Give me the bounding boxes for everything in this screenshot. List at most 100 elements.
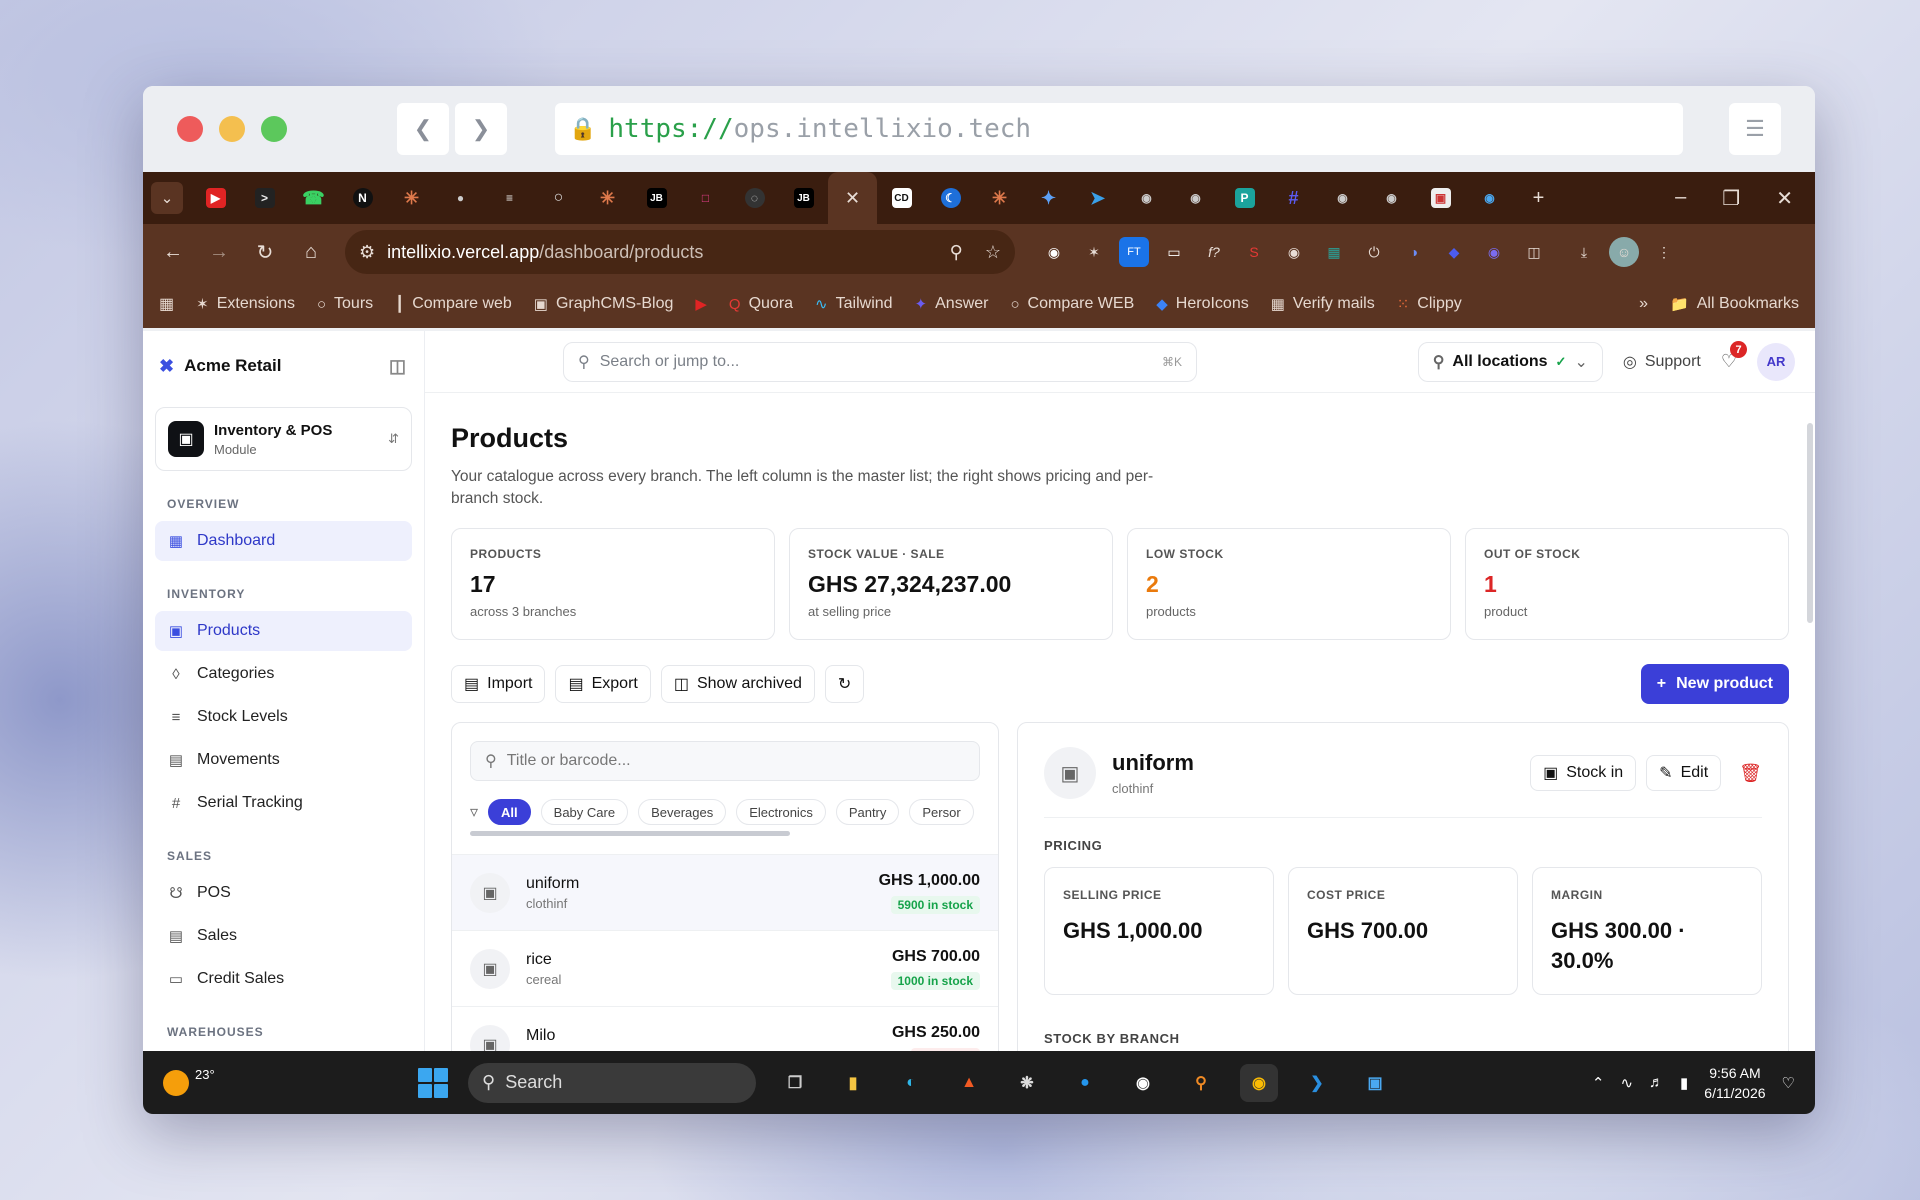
ext-diamond-icon[interactable]: ◆ bbox=[1439, 237, 1469, 267]
tab-active-close[interactable]: ✕ bbox=[828, 172, 877, 224]
maximize-dot[interactable] bbox=[261, 116, 287, 142]
bookmark-item[interactable]: ○ Compare WEB bbox=[1010, 295, 1134, 313]
tab-jetbrains-2[interactable]: JB bbox=[779, 176, 828, 220]
tab-claude-2[interactable]: ✳ bbox=[583, 176, 632, 220]
tab-layers[interactable]: ≡ bbox=[485, 176, 534, 220]
volume-icon[interactable]: ♬ bbox=[1649, 1074, 1664, 1091]
tab-moon[interactable]: ☾ bbox=[926, 176, 975, 220]
extensions-icon[interactable]: ◫ bbox=[1519, 237, 1549, 267]
tab-image[interactable]: ▣ bbox=[1416, 176, 1465, 220]
task-view-icon[interactable]: ❐ bbox=[776, 1064, 814, 1102]
forward-icon[interactable]: → bbox=[201, 234, 237, 270]
bookmark-item[interactable]: ┃ Compare web bbox=[395, 295, 512, 313]
outer-url-bar[interactable]: 🔒 https://ops.intellixio.tech bbox=[555, 103, 1683, 155]
filter-chip[interactable]: Persor bbox=[909, 799, 974, 825]
wifi-icon[interactable]: ∿ bbox=[1620, 1074, 1633, 1092]
tab-camera-5[interactable]: ◉ bbox=[1465, 176, 1514, 220]
tab-figma-doc[interactable]: □ bbox=[681, 176, 730, 220]
tab-gemini[interactable]: ✦ bbox=[1024, 176, 1073, 220]
notifications-button[interactable]: ♡ 7 bbox=[1721, 341, 1747, 372]
tab-gauge[interactable]: ◌ bbox=[730, 176, 779, 220]
sidebar-item-products[interactable]: ▣ Products bbox=[155, 611, 412, 651]
forward-arrow-icon[interactable]: ❯ bbox=[455, 103, 507, 155]
brave-icon[interactable]: ▲ bbox=[950, 1064, 988, 1102]
ext-puzzle-icon[interactable]: ✶ bbox=[1079, 237, 1109, 267]
site-info-icon[interactable]: ⚙ bbox=[359, 242, 375, 263]
profile-avatar[interactable]: ☺ bbox=[1609, 237, 1639, 267]
all-bookmarks[interactable]: 📁 All Bookmarks bbox=[1670, 295, 1799, 313]
bookmark-item[interactable]: ✦ Answer bbox=[915, 295, 989, 313]
star-icon[interactable]: ☆ bbox=[985, 242, 1001, 263]
start-button[interactable] bbox=[418, 1067, 448, 1098]
address-bar[interactable]: ⚙ intellixio.vercel.app/dashboard/produc… bbox=[345, 230, 1015, 274]
chevron-up-icon[interactable]: ⌃ bbox=[1592, 1074, 1605, 1092]
back-icon[interactable]: ← bbox=[155, 234, 191, 270]
table-row[interactable]: ▣ rice cereal GHS 700.00 1000 in stock bbox=[452, 930, 998, 1006]
home-icon[interactable]: ⌂ bbox=[293, 234, 329, 270]
new-tab-button[interactable]: + bbox=[1514, 176, 1563, 220]
global-search-input[interactable]: ⚲ Search or jump to... ⌘K bbox=[563, 341, 1197, 382]
filter-chip[interactable]: Beverages bbox=[638, 799, 727, 825]
tab-whatsapp[interactable]: ☎ bbox=[289, 176, 338, 220]
new-product-button[interactable]: + New product bbox=[1640, 664, 1789, 704]
taskbar-search[interactable]: ⚲ Search bbox=[468, 1062, 756, 1103]
davinci-icon[interactable]: ◉ bbox=[1124, 1064, 1162, 1102]
trash-icon[interactable]: 🗑 bbox=[1739, 763, 1762, 784]
filter-chip[interactable]: Electronics bbox=[736, 799, 826, 825]
download-icon[interactable]: ⤓ bbox=[1569, 237, 1599, 267]
bookmark-item[interactable]: ▦ Verify mails bbox=[1271, 295, 1375, 313]
docker-icon[interactable]: ● bbox=[1066, 1064, 1104, 1102]
tab-youtube[interactable]: ▶ bbox=[191, 176, 240, 220]
tab-apple[interactable]: ● bbox=[436, 176, 485, 220]
magnifier-app-icon[interactable]: ⚲ bbox=[1182, 1064, 1220, 1102]
more-bookmarks-icon[interactable]: » bbox=[1639, 295, 1648, 313]
reload-icon[interactable]: ↻ bbox=[247, 234, 283, 270]
tab-camera-4[interactable]: ◉ bbox=[1367, 176, 1416, 220]
kebab-menu-icon[interactable]: ⋮ bbox=[1649, 237, 1679, 267]
export-button[interactable]: ▤ Export bbox=[555, 665, 651, 703]
tab-camera-3[interactable]: ◉ bbox=[1318, 176, 1367, 220]
table-row[interactable]: ▣ uniform clothinf GHS 1,000.00 5900 in stoc… bbox=[452, 854, 998, 930]
show-archived-button[interactable]: ◫ Show archived bbox=[660, 665, 815, 703]
bookmark-item[interactable]: ▣ GraphCMS-Blog bbox=[534, 295, 674, 313]
tab-search-icon[interactable]: ⌄ bbox=[151, 182, 183, 214]
support-link[interactable]: ◎ Support bbox=[1623, 352, 1701, 372]
tab-telegram[interactable]: ➤ bbox=[1073, 176, 1122, 220]
ext-camera-icon[interactable]: ◉ bbox=[1279, 237, 1309, 267]
close-icon[interactable]: ✕ bbox=[845, 188, 860, 209]
file-explorer-icon[interactable]: ▮ bbox=[834, 1064, 872, 1102]
sidebar-item-categories[interactable]: ◊ Categories bbox=[155, 654, 412, 694]
tab-next[interactable]: N bbox=[338, 176, 387, 220]
product-search-input[interactable]: ⚲ Title or barcode... bbox=[470, 741, 980, 781]
close-dot[interactable] bbox=[177, 116, 203, 142]
sliders-icon[interactable]: ☰ bbox=[1729, 103, 1781, 155]
edit-button[interactable]: ✎ Edit bbox=[1646, 755, 1722, 791]
edge-icon[interactable]: ◐ bbox=[892, 1064, 930, 1102]
stock-in-button[interactable]: ▣ Stock in bbox=[1530, 755, 1637, 791]
notification-center-icon[interactable]: ♡ bbox=[1782, 1074, 1795, 1092]
bookmark-item[interactable]: Q Quora bbox=[729, 295, 793, 313]
ext-circle-icon[interactable]: ◉ bbox=[1479, 237, 1509, 267]
chatgpt-icon[interactable]: ❋ bbox=[1008, 1064, 1046, 1102]
ext-grid-icon[interactable]: ▦ bbox=[1319, 237, 1349, 267]
sidebar-item-dashboard[interactable]: ▦ Dashboard bbox=[155, 521, 412, 561]
battery-icon[interactable]: ▮ bbox=[1680, 1074, 1688, 1092]
ext-flag-icon[interactable]: ◑ bbox=[1399, 237, 1429, 267]
tab-hash[interactable]: # bbox=[1269, 176, 1318, 220]
collapse-sidebar-icon[interactable]: ◫ bbox=[389, 356, 406, 377]
tab-claude-3[interactable]: ✳ bbox=[975, 176, 1024, 220]
ext-font-icon[interactable]: f? bbox=[1199, 237, 1229, 267]
ext-power-icon[interactable]: ⏻ bbox=[1359, 237, 1389, 267]
sidebar-item-credit-sales[interactable]: ▭ Credit Sales bbox=[155, 959, 412, 999]
page-scrollbar[interactable] bbox=[1807, 423, 1813, 623]
tab-camera-1[interactable]: ◉ bbox=[1122, 176, 1171, 220]
minimize-dot[interactable] bbox=[219, 116, 245, 142]
sidebar-item-pos[interactable]: ☋ POS bbox=[155, 873, 412, 913]
tab-terminal[interactable]: > bbox=[240, 176, 289, 220]
close-icon[interactable]: ✕ bbox=[1776, 186, 1793, 211]
apps-grid-icon[interactable]: ▦ bbox=[159, 294, 174, 314]
ext-ft-icon[interactable]: FT bbox=[1119, 237, 1149, 267]
bookmark-item[interactable]: ◆ HeroIcons bbox=[1156, 295, 1248, 313]
sidebar-item-serial-tracking[interactable]: # Serial Tracking bbox=[155, 783, 412, 823]
chrome-app-icon[interactable]: ◉ bbox=[1240, 1063, 1278, 1102]
